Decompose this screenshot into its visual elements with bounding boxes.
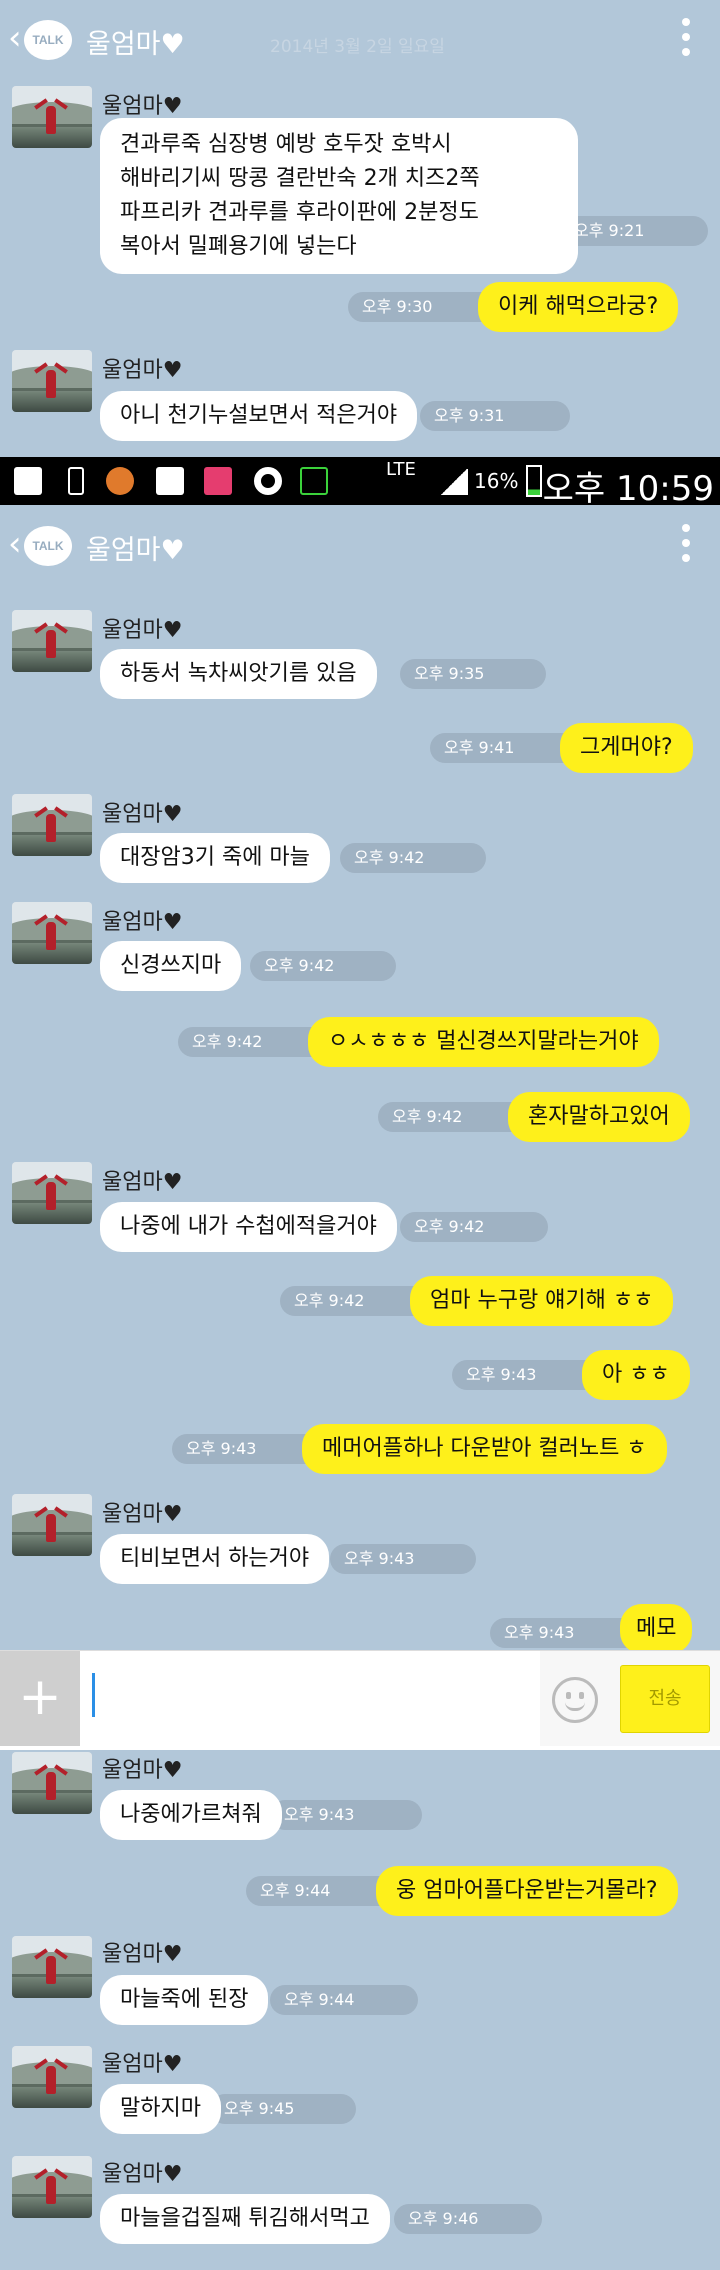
outgoing-message-bubble[interactable]: 아 ㅎㅎ <box>582 1350 690 1400</box>
message-time: 오후 9:43 <box>452 1360 602 1390</box>
chat-title: 울엄마♥ <box>86 29 185 60</box>
sender-name: 울엄마♥ <box>102 1502 183 1527</box>
more-menu-icon[interactable] <box>682 524 690 569</box>
avatar[interactable] <box>12 1494 92 1556</box>
outgoing-message-bubble[interactable]: 메머어플하나 다운받아 컬러노트 ㅎ <box>302 1424 667 1474</box>
outgoing-message-bubble[interactable]: 엄마 누구랑 얘기해 ㅎㅎ <box>410 1276 674 1326</box>
sender-name: 울엄마♥ <box>102 1170 183 1195</box>
message-icon <box>300 467 328 495</box>
message-time: 오후 9:35 <box>400 659 546 689</box>
avatar[interactable] <box>12 86 92 148</box>
message-time: 오후 9:44 <box>270 1985 418 2015</box>
outgoing-message-bubble[interactable]: 메모 <box>620 1604 693 1654</box>
avatar[interactable] <box>12 902 92 964</box>
outgoing-message-bubble[interactable]: 혼자말하고있어 <box>508 1092 690 1142</box>
message-line: 견과루죽 심장병 예방 호두잣 호박시 <box>120 132 452 157</box>
message-time: 오후 9:21 <box>560 216 708 246</box>
sender-name: 울엄마♥ <box>102 2052 183 2077</box>
avatar[interactable] <box>12 2156 92 2218</box>
sender-name: 울엄마♥ <box>102 802 183 827</box>
incoming-message-bubble[interactable]: 마늘을겁질째 튀김해서먹고 <box>100 2194 390 2244</box>
send-button[interactable]: 전송 <box>620 1665 710 1733</box>
avatar[interactable] <box>12 1936 92 1998</box>
divider <box>0 1746 720 1750</box>
avatar[interactable] <box>12 610 92 672</box>
message-time: 오후 9:42 <box>400 1212 548 1242</box>
more-menu-icon[interactable] <box>682 18 690 63</box>
emoticon-icon[interactable] <box>552 1677 598 1723</box>
date-banner: 2014년 3월 2일 일요일 <box>270 37 445 57</box>
circle-app-icon <box>254 467 282 495</box>
sender-name: 울엄마♥ <box>102 358 183 383</box>
status-clock: 오후 10:59 <box>542 469 714 509</box>
incoming-message-bubble[interactable]: 견과루죽 심장병 예방 호두잣 호박시 해바리기씨 땅콩 결란반숙 2개 치즈2… <box>100 118 578 274</box>
incoming-message-bubble[interactable]: 마늘죽에 된장 <box>100 1975 269 2025</box>
app-notification-icon <box>106 467 134 495</box>
avatar[interactable] <box>12 1162 92 1224</box>
message-input[interactable] <box>80 1651 540 1747</box>
battery-icon <box>526 465 542 497</box>
talk-badge-icon[interactable]: TALK <box>24 526 72 566</box>
message-time: 오후 9:42 <box>340 843 486 873</box>
message-time: 오후 9:31 <box>420 401 570 431</box>
add-icon <box>14 467 42 495</box>
back-chevron-icon[interactable]: ‹ <box>8 18 22 58</box>
image-icon <box>156 467 184 495</box>
sender-name: 울엄마♥ <box>102 1758 183 1783</box>
lte-indicator: LTE <box>386 459 416 480</box>
incoming-message-bubble[interactable]: 대장암3기 죽에 마늘 <box>100 833 330 883</box>
attach-plus-button[interactable]: + <box>0 1651 80 1747</box>
message-time: 오후 9:30 <box>348 292 498 322</box>
avatar[interactable] <box>12 2046 92 2108</box>
tmap-icon <box>204 467 232 495</box>
message-time: 오후 9:43 <box>330 1544 476 1574</box>
message-time: 오후 9:42 <box>378 1102 528 1132</box>
outgoing-message-bubble[interactable]: 이케 해먹으라궁? <box>478 282 679 332</box>
message-time: 오후 9:42 <box>280 1286 430 1316</box>
message-line: 파프리카 견과루를 후라이판에 2분정도 <box>120 200 479 225</box>
message-line: 복아서 밀폐용기에 넣는다 <box>120 234 357 259</box>
avatar[interactable] <box>12 350 92 412</box>
outgoing-message-bubble[interactable]: 웅 엄마어플다운받는거몰라? <box>376 1866 678 1916</box>
outgoing-message-bubble[interactable]: ㅇㅅㅎㅎㅎ 멀신경쓰지말라는거야 <box>308 1017 659 1067</box>
message-time: 오후 9:43 <box>172 1434 322 1464</box>
sender-name: 울엄마♥ <box>102 618 183 643</box>
incoming-message-bubble[interactable]: 나중에 내가 수첩에적을거야 <box>100 1202 397 1252</box>
incoming-message-bubble[interactable]: 티비보면서 하는거야 <box>100 1534 330 1584</box>
sender-name: 울엄마♥ <box>102 94 183 119</box>
incoming-message-bubble[interactable]: 나중에가르쳐줘 <box>100 1790 282 1840</box>
text-cursor <box>92 1673 95 1717</box>
talk-badge-icon[interactable]: TALK <box>24 20 72 60</box>
chat-header: ‹ TALK 울엄마♥ 2014년 3월 2일 일요일 <box>0 0 720 88</box>
message-line: 해바리기씨 땅콩 결란반숙 2개 치즈2쪽 <box>120 166 480 191</box>
message-time: 오후 9:43 <box>270 1800 422 1830</box>
chat-screenshot-stack: ‹ TALK 울엄마♥ 2014년 3월 2일 일요일 울엄마♥ 오후 9:21… <box>0 0 720 2270</box>
incoming-message-bubble[interactable]: 하동서 녹차씨앗기름 있음 <box>100 649 377 699</box>
message-time: 오후 9:46 <box>394 2204 542 2234</box>
chat-header: ‹ TALK 울엄마♥ <box>0 506 720 594</box>
message-time: 오후 9:42 <box>250 951 396 981</box>
sender-name: 울엄마♥ <box>102 2162 183 2187</box>
message-time: 오후 9:42 <box>178 1027 328 1057</box>
avatar[interactable] <box>12 794 92 856</box>
android-status-bar: LTE 16% 오후 10:59 <box>0 457 720 509</box>
chat-title: 울엄마♥ <box>86 535 185 566</box>
usb-icon <box>68 467 84 495</box>
back-chevron-icon[interactable]: ‹ <box>8 524 22 564</box>
incoming-message-bubble[interactable]: 신경쓰지마 <box>100 941 242 991</box>
sender-name: 울엄마♥ <box>102 910 183 935</box>
avatar[interactable] <box>12 1752 92 1814</box>
signal-icon <box>440 469 468 495</box>
outgoing-message-bubble[interactable]: 그게머야? <box>560 723 693 773</box>
message-input-bar: + 전송 <box>0 1650 720 1747</box>
message-time: 오후 9:45 <box>210 2094 356 2124</box>
message-time: 오후 9:43 <box>490 1618 640 1648</box>
incoming-message-bubble[interactable]: 말하지마 <box>100 2084 221 2134</box>
battery-percent: 16% <box>474 469 519 493</box>
sender-name: 울엄마♥ <box>102 1942 183 1967</box>
incoming-message-bubble[interactable]: 아니 천기누설보면서 적은거야 <box>100 391 418 441</box>
